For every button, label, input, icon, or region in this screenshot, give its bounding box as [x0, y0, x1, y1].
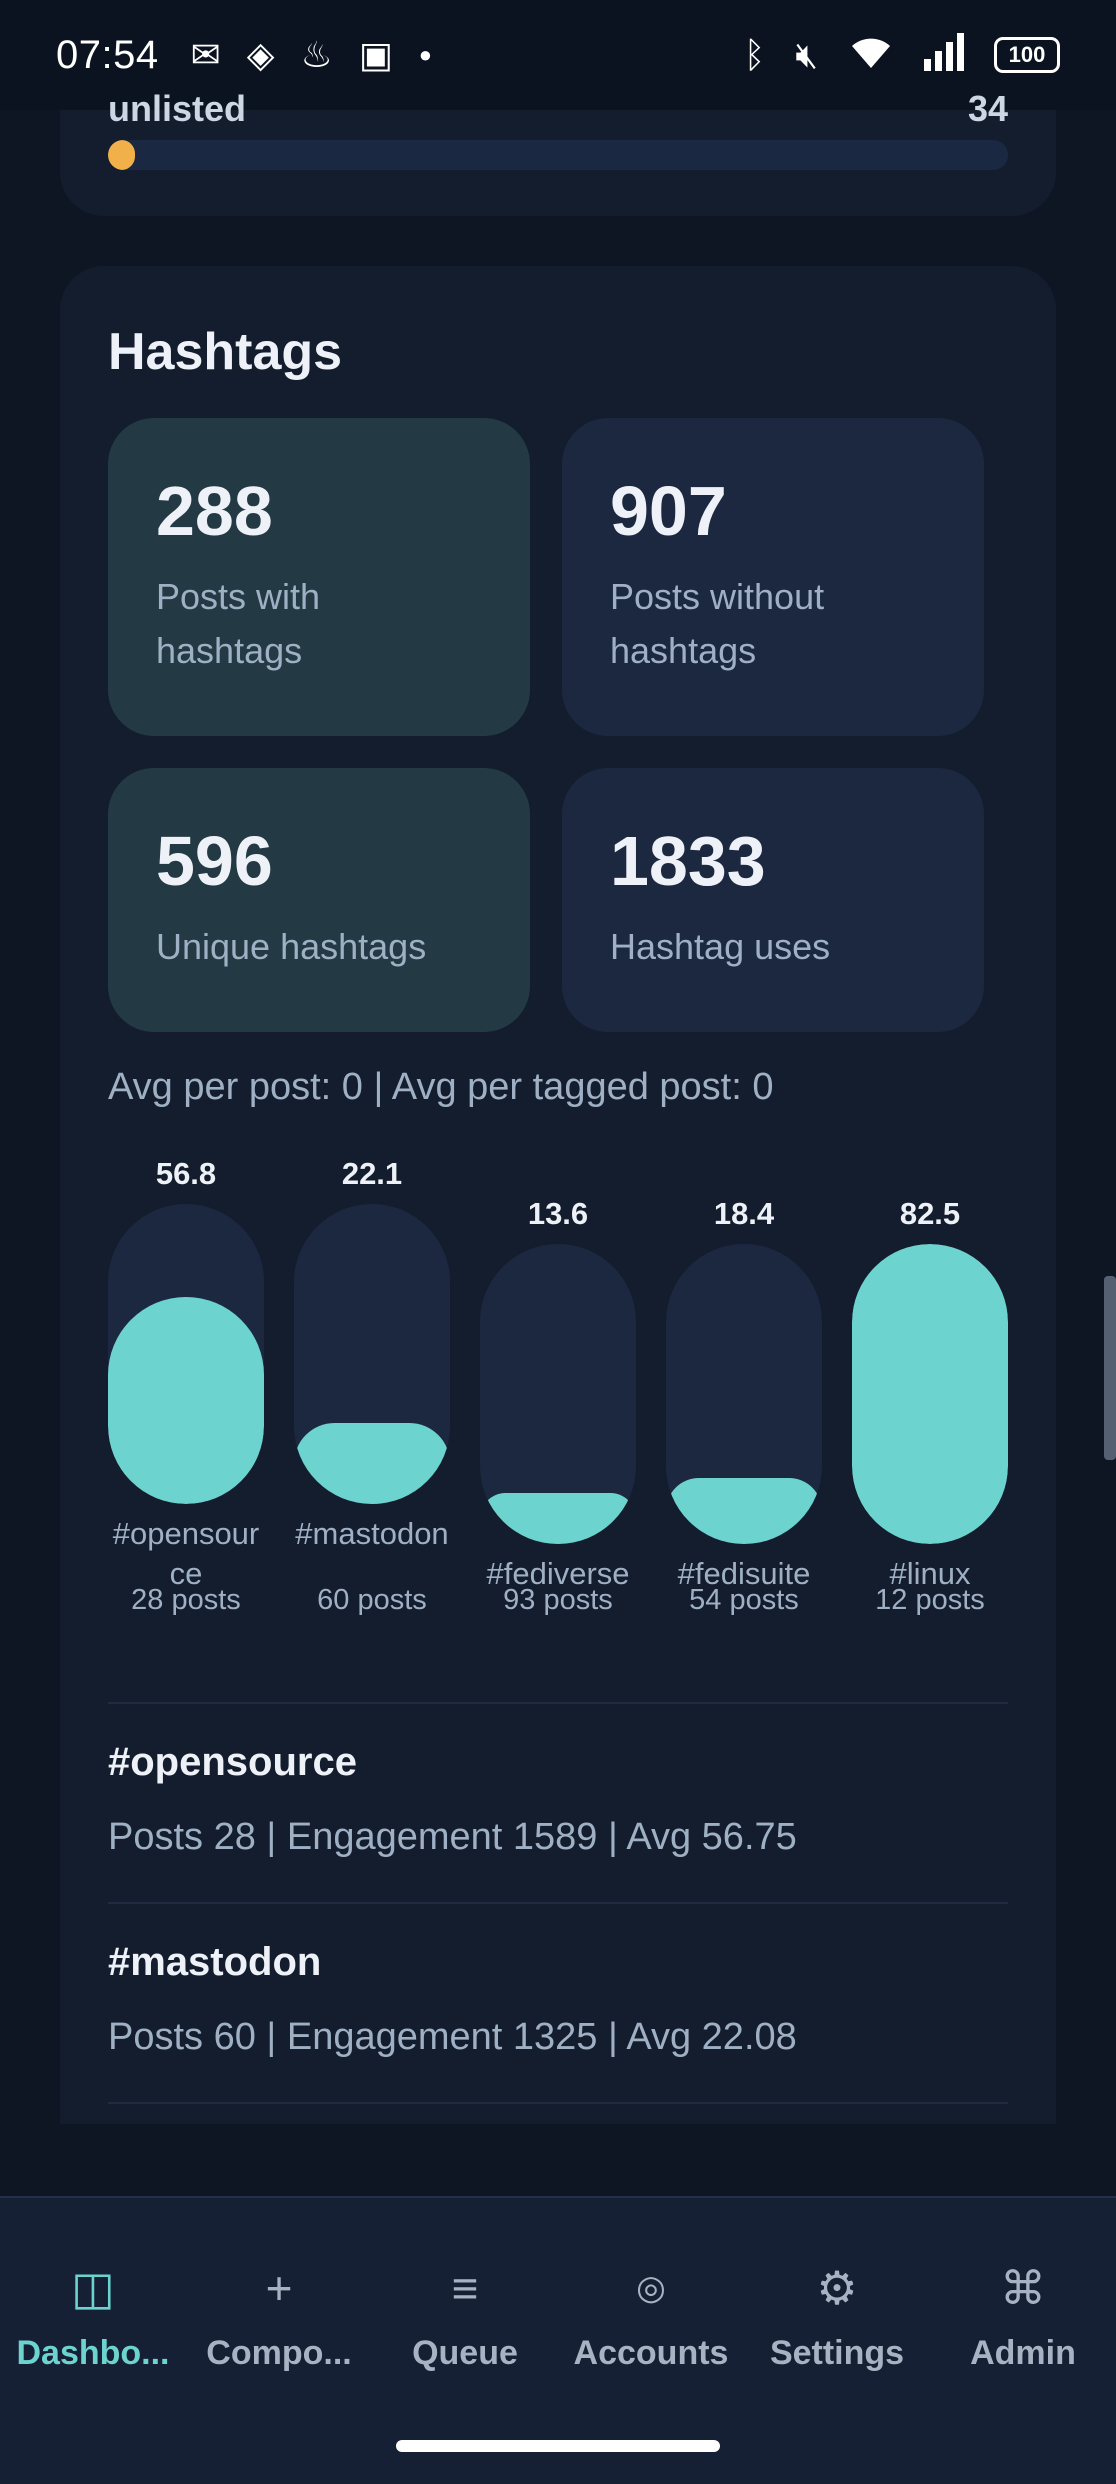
nav-label: Accounts [573, 2334, 729, 2372]
bar-posts: 12 posts [875, 1584, 985, 1616]
tag-row-detail: Posts 60 | Engagement 1325 | Avg 22.08 [108, 2016, 797, 2058]
visibility-value: 34 [967, 88, 1008, 129]
divider [108, 1702, 1008, 1704]
tag-row-detail: Posts 28 | Engagement 1589 | Avg 56.75 [108, 1816, 797, 1858]
bar-value: 13.6 [527, 1196, 589, 1231]
bar-fill [480, 1493, 636, 1544]
nav-queue[interactable]: ≡ Queue [372, 2258, 558, 2373]
stat-label: Unique hashtags [156, 926, 427, 967]
bar-track [852, 1244, 1008, 1544]
bar-track [108, 1204, 264, 1504]
accounts-icon: ◎ [636, 2269, 666, 2307]
stat-hashtag-uses: 1833 Hashtag uses [562, 768, 984, 1032]
bar-fedisuite: 18.4 #fedisuite 54 posts [666, 1194, 822, 1616]
bar-posts: 60 posts [317, 1584, 427, 1616]
divider [108, 2102, 1008, 2104]
bluetooth-icon: ᛒ [743, 34, 766, 75]
bar-track [480, 1244, 636, 1544]
diamond-app-icon: ◈ [246, 34, 275, 75]
dashboard-icon: ◫ [71, 2262, 115, 2314]
scrollbar-thumb[interactable] [1104, 1276, 1116, 1460]
list-icon: ≡ [451, 2262, 479, 2314]
bar-value: 18.4 [713, 1196, 775, 1231]
mail-icon: ✉ [190, 34, 221, 75]
bar-posts: 54 posts [689, 1584, 799, 1616]
bar-fediverse: 13.6 #fediverse 93 posts [480, 1194, 636, 1616]
status-time: 07:54 [56, 32, 159, 77]
bar-opensource: 56.8 #opensource 28 posts [108, 1154, 264, 1616]
bar-label: #mastodon [295, 1516, 449, 1551]
stat-unique-hashtags: 596 Unique hashtags [108, 768, 530, 1032]
bar-value: 82.5 [899, 1196, 961, 1231]
stat-label: Hashtag uses [610, 926, 831, 967]
divider [108, 1902, 1008, 1904]
nav-label: Dashbo... [16, 2334, 170, 2372]
signal-icon [924, 33, 964, 77]
visibility-progress-fill [108, 140, 135, 170]
hashtag-averages: Avg per post: 0 | Avg per tagged post: 0 [108, 1066, 774, 1108]
nav-settings[interactable]: ⚙ Settings [744, 2258, 930, 2373]
bar-fill [852, 1244, 1008, 1544]
bar-value: 56.8 [155, 1156, 217, 1191]
visibility-card: unlisted 34 [60, 88, 1056, 216]
bar-mastodon: 22.1 #mastodon 60 posts [294, 1154, 450, 1616]
plus-icon: + [265, 2262, 293, 2314]
fire-app-icon: ♨ [300, 34, 333, 75]
notification-icons: ✉ ◈ ♨ ▣ ● [191, 37, 432, 73]
bar-value: 22.1 [341, 1156, 403, 1191]
stat-value: 907 [610, 472, 727, 550]
gear-icon: ⚙ [816, 2262, 858, 2314]
battery-icon: 100 [994, 37, 1060, 73]
k-app-icon: ▣ [358, 34, 393, 75]
stat-posts-with-hashtags: 288 Posts with hashtags [108, 418, 530, 736]
stat-posts-without-hashtags: 907 Posts without hashtags [562, 418, 984, 736]
system-icons: ᛒ 🔇︎ 100 [744, 33, 1060, 77]
nav-label: Settings [769, 2334, 905, 2372]
stat-value: 596 [156, 822, 273, 900]
nav-label: Queue [412, 2334, 518, 2372]
nav-label: Admin [970, 2334, 1076, 2372]
stat-label: Posts without hashtags [610, 576, 825, 671]
wifi-icon [848, 34, 894, 76]
tag-row-title: #opensource [108, 1740, 357, 1784]
stat-label: Posts with hashtags [156, 576, 321, 671]
bar-posts: 93 posts [503, 1584, 613, 1616]
bar-track [294, 1204, 450, 1504]
nav-label: Compo... [206, 2334, 352, 2372]
stat-value: 288 [156, 472, 273, 550]
hashtags-card: Hashtags 288 Posts with hashtags 907 Pos… [60, 266, 1056, 2124]
nav-accounts[interactable]: ◎ Accounts [558, 2258, 744, 2373]
command-icon: ⌘ [1000, 2262, 1046, 2314]
bar-track [666, 1244, 822, 1544]
bar-fill [108, 1297, 264, 1504]
stat-value: 1833 [610, 822, 766, 900]
visibility-progress-track [108, 140, 1008, 170]
bar-fill [666, 1478, 822, 1544]
hashtags-title: Hashtags [108, 323, 343, 381]
nav-compose[interactable]: + Compo... [186, 2258, 372, 2373]
bar-posts: 28 posts [131, 1584, 241, 1616]
dot-icon: ● [418, 42, 433, 67]
home-indicator[interactable] [396, 2440, 720, 2452]
bar-linux: 82.5 #linux 12 posts [852, 1194, 1008, 1616]
bar-label: #opensource [112, 1516, 260, 1591]
visibility-label: unlisted [108, 88, 247, 129]
tag-row-title: #mastodon [108, 1940, 322, 1984]
mute-icon: 🔇︎ [795, 34, 818, 75]
bar-fill [294, 1423, 450, 1504]
nav-admin[interactable]: ⌘ Admin [930, 2258, 1116, 2373]
nav-dashboard[interactable]: ◫ Dashbo... [0, 2258, 186, 2373]
